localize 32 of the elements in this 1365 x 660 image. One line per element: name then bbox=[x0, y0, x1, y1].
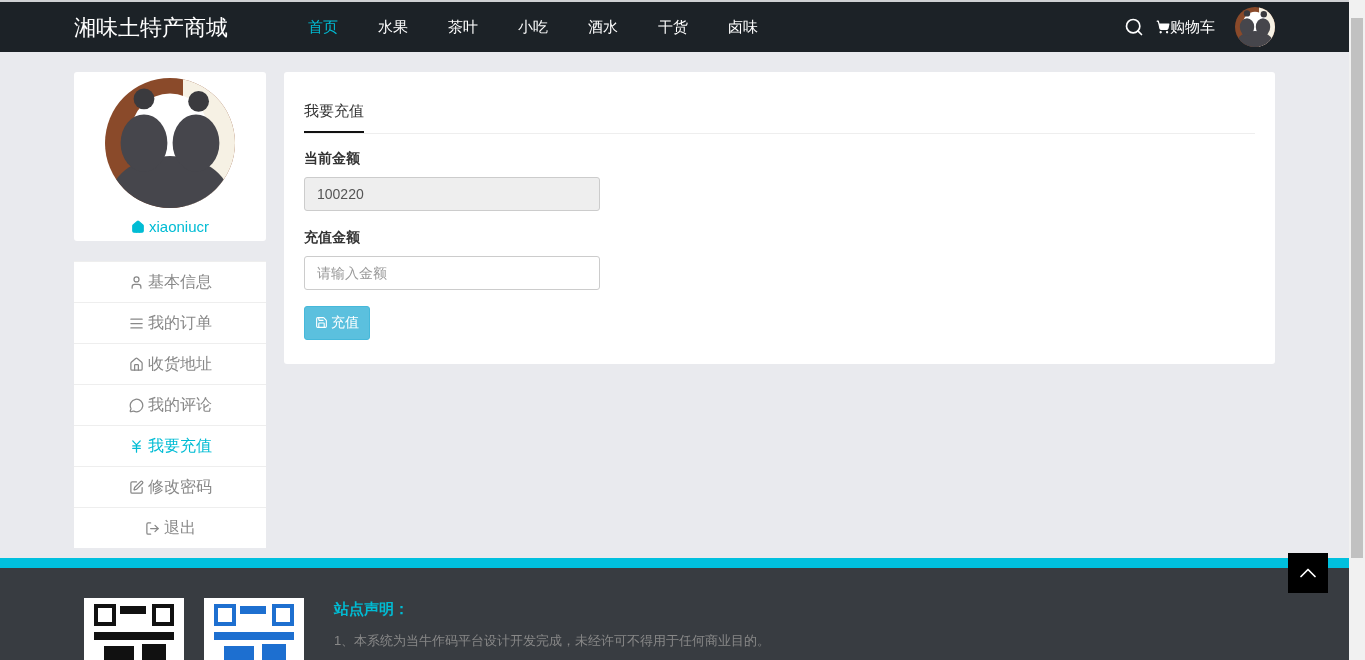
sidebar-menu-item[interactable]: 收货地址 bbox=[74, 343, 266, 384]
user-avatar bbox=[1235, 7, 1275, 47]
sidebar-menu-item[interactable]: 基本信息 bbox=[74, 261, 266, 302]
sidebar-menu-item[interactable]: 修改密码 bbox=[74, 466, 266, 507]
speech-bubble-icon bbox=[128, 397, 144, 413]
save-icon bbox=[315, 316, 328, 329]
field-label: 充值金额 bbox=[304, 227, 361, 247]
amount-field[interactable]: 请输入金额 bbox=[304, 255, 600, 290]
nav-link[interactable]: 卤味 bbox=[728, 15, 798, 39]
user-icon bbox=[128, 274, 144, 290]
field-label: 当前金额 bbox=[304, 148, 361, 168]
sidebar-menu-item[interactable]: 我的评论 bbox=[74, 384, 266, 425]
sidebar-menu-item[interactable]: 我的订单 bbox=[74, 302, 266, 343]
nav-link[interactable]: 小吃 bbox=[518, 15, 588, 39]
list-icon bbox=[128, 315, 144, 331]
nav-link[interactable]: 酒水 bbox=[588, 15, 658, 39]
nav-link[interactable]: 水果 bbox=[378, 15, 448, 39]
home-icon bbox=[128, 356, 144, 372]
home-icon bbox=[131, 220, 145, 235]
logout-icon bbox=[144, 520, 160, 536]
footer-text: 1、本系统为当牛作码平台设计开发完成，未经许可不得用于任何商业目的。 bbox=[334, 631, 771, 650]
nav-link[interactable]: 首页 bbox=[308, 15, 378, 39]
footer-heading: 站点声明： bbox=[334, 599, 410, 619]
nav-link[interactable]: 茶叶 bbox=[448, 15, 518, 39]
edit-icon bbox=[128, 479, 144, 495]
cart-link[interactable]: 购物车 bbox=[1156, 15, 1215, 39]
cart-icon bbox=[1156, 20, 1170, 34]
site-title[interactable]: 湘味土特产商城 bbox=[74, 10, 308, 44]
tab[interactable]: 我要充值 bbox=[304, 100, 364, 133]
sidebar-menu-item[interactable]: 退出 bbox=[74, 507, 266, 548]
nav-link[interactable]: 干货 bbox=[658, 15, 728, 39]
search-icon[interactable] bbox=[1124, 17, 1144, 37]
